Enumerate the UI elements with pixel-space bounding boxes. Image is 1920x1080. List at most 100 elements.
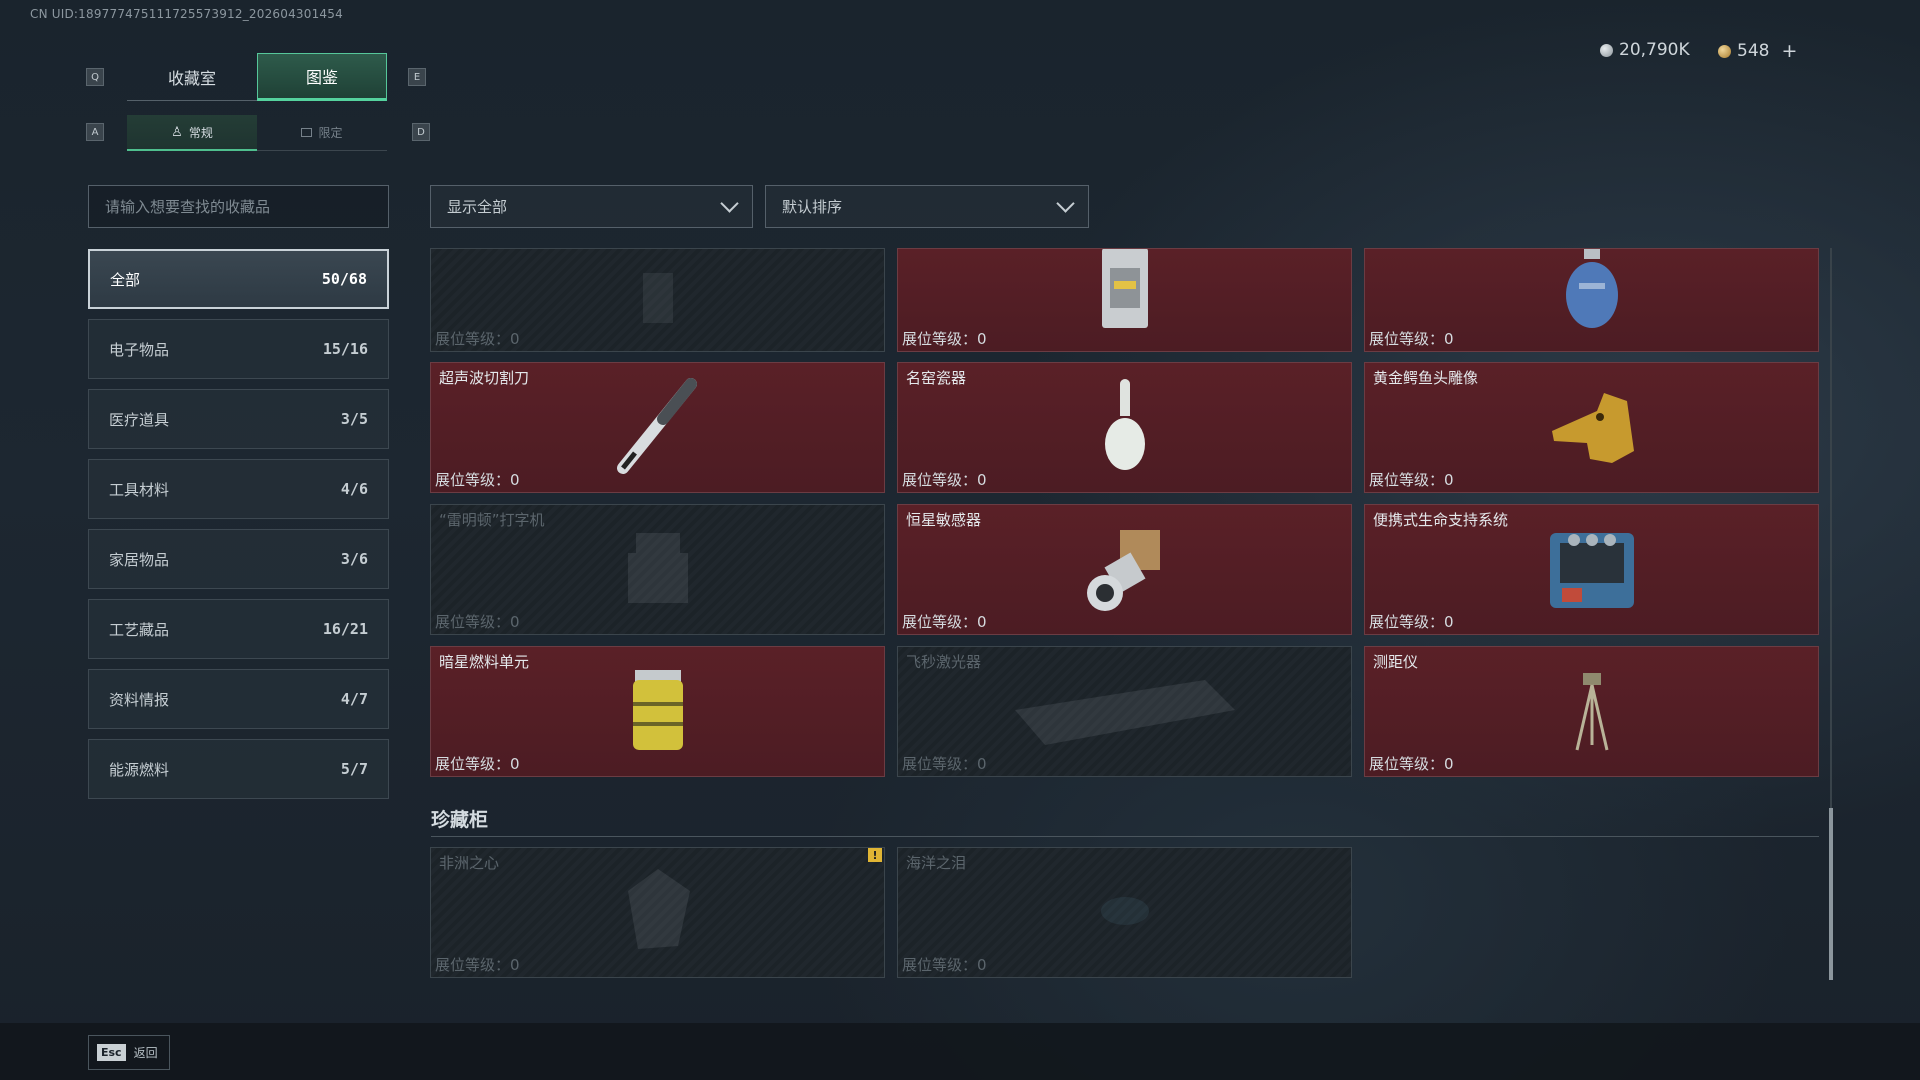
golden-crocodile-icon	[1542, 381, 1642, 475]
star-sensor-icon	[1075, 518, 1175, 622]
back-label: 返回	[133, 1046, 158, 1060]
category-all[interactable]: 全部 50/68	[88, 249, 389, 309]
category-count: 16/21	[322, 620, 368, 638]
warning-icon: !	[868, 848, 882, 862]
item-level: 展位等级：0	[1369, 613, 1454, 631]
item-card[interactable]: 飞秒激光器 展位等级：0	[897, 646, 1352, 777]
item-level: 展位等级：0	[1369, 330, 1454, 348]
lantern-icon	[1090, 249, 1160, 337]
subtab-regular[interactable]: ♙ 常规	[127, 115, 257, 151]
category-label: 工艺藏品	[109, 620, 170, 639]
token-amount: 548	[1737, 41, 1770, 61]
token-balance: 548 +	[1718, 40, 1797, 62]
category-count: 4/6	[340, 480, 368, 498]
porcelain-vase-icon	[1095, 376, 1155, 480]
category-intel[interactable]: 资料情报 4/7	[88, 669, 389, 729]
item-card[interactable]: 恒星敏感器 展位等级：0	[897, 504, 1352, 635]
item-name: “雷明顿”打字机	[439, 511, 545, 529]
back-button[interactable]: Esc 返回	[88, 1035, 170, 1070]
item-silhouette-icon	[628, 263, 688, 337]
item-level: 展位等级：0	[902, 755, 987, 773]
item-grid: 展位等级：0 展位等级：0 展位等级：0 超声波切割刀 展位等级：0 名窑瓷器 …	[430, 248, 1820, 778]
item-name: 非洲之心	[439, 854, 500, 872]
category-crafts[interactable]: 工艺藏品 16/21	[88, 599, 389, 659]
chevron-down-icon	[720, 193, 739, 213]
diamond-icon	[608, 861, 708, 965]
scrollbar-thumb[interactable]	[1829, 808, 1833, 980]
category-tools[interactable]: 工具材料 4/6	[88, 459, 389, 519]
category-label: 家居物品	[109, 550, 170, 569]
item-level: 展位等级：0	[902, 613, 987, 631]
item-card[interactable]: 展位等级：0	[897, 248, 1352, 352]
item-level: 展位等级：0	[1369, 471, 1454, 489]
category-label: 医疗道具	[109, 410, 170, 429]
esc-key-hint: Esc	[97, 1044, 126, 1061]
sort-dropdown[interactable]: 默认排序	[765, 185, 1089, 228]
item-level: 展位等级：0	[1369, 755, 1454, 773]
category-label: 资料情报	[109, 690, 170, 709]
item-name: 超声波切割刀	[439, 369, 530, 387]
item-card[interactable]: 展位等级：0	[430, 248, 885, 352]
key-hint-d: D	[412, 123, 430, 141]
item-card[interactable]: 测距仪 展位等级：0	[1364, 646, 1819, 777]
category-count: 3/5	[340, 410, 368, 428]
item-name: 恒星敏感器	[906, 511, 982, 529]
item-name: 黄金鳄鱼头雕像	[1373, 369, 1479, 387]
item-card[interactable]: 超声波切割刀 展位等级：0	[430, 362, 885, 493]
item-card[interactable]: 黄金鳄鱼头雕像 展位等级：0	[1364, 362, 1819, 493]
category-count: 3/6	[340, 550, 368, 568]
item-name: 飞秒激光器	[906, 653, 982, 671]
item-card[interactable]: 暗星燃料单元 展位等级：0	[430, 646, 885, 777]
show-filter-dropdown[interactable]: 显示全部	[430, 185, 753, 228]
femtosecond-laser-icon	[1005, 670, 1245, 754]
subtab-limited[interactable]: 限定	[257, 115, 387, 151]
coin-balance: 20,790K	[1600, 40, 1690, 60]
item-name: 暗星燃料单元	[439, 653, 530, 671]
key-hint-a: A	[86, 123, 104, 141]
key-hint-q: Q	[86, 68, 104, 86]
uid-label: CN UID:189777475111725573912_20260430145…	[30, 7, 343, 21]
category-count: 5/7	[340, 760, 368, 778]
category-label: 电子物品	[109, 340, 170, 359]
category-energy[interactable]: 能源燃料 5/7	[88, 739, 389, 799]
ultrasonic-cutter-icon	[613, 376, 703, 480]
tab-catalog[interactable]: 图鉴	[257, 53, 387, 101]
chevron-down-icon	[1056, 193, 1075, 213]
category-count: 4/7	[340, 690, 368, 708]
life-support-system-icon	[1542, 518, 1642, 622]
image-icon	[301, 128, 313, 137]
coin-icon	[1600, 43, 1613, 57]
category-count: 15/16	[322, 340, 368, 358]
item-name: 海洋之泪	[906, 854, 967, 872]
category-electronics[interactable]: 电子物品 15/16	[88, 319, 389, 379]
item-card[interactable]: 便携式生命支持系统 展位等级：0	[1364, 504, 1819, 635]
category-medical[interactable]: 医疗道具 3/5	[88, 389, 389, 449]
category-label: 能源燃料	[109, 760, 170, 779]
coin-amount: 20,790K	[1619, 40, 1690, 60]
cabinet-item-card[interactable]: 海洋之泪 展位等级：0	[897, 847, 1352, 978]
category-household[interactable]: 家居物品 3/6	[88, 529, 389, 589]
category-count: 50/68	[321, 270, 367, 288]
item-level: 展位等级：0	[435, 330, 520, 348]
typewriter-icon	[618, 523, 698, 617]
category-label: 全部	[110, 270, 141, 289]
item-card[interactable]: 名窑瓷器 展位等级：0	[897, 362, 1352, 493]
key-hint-e: E	[408, 68, 426, 86]
show-filter-value: 显示全部	[447, 198, 508, 216]
item-level: 展位等级：0	[902, 471, 987, 489]
footer-bar	[0, 1023, 1920, 1080]
item-name: 名窑瓷器	[906, 369, 967, 387]
cabinet-item-card[interactable]: 非洲之心 ! 展位等级：0	[430, 847, 885, 978]
sort-value: 默认排序	[782, 198, 843, 216]
subtab-regular-label: 常规	[188, 125, 213, 140]
add-token-button[interactable]: +	[1781, 40, 1797, 62]
item-level: 展位等级：0	[435, 956, 520, 974]
tab-collection-room[interactable]: 收藏室	[127, 53, 257, 101]
item-card[interactable]: 展位等级：0	[1364, 248, 1819, 352]
search-input[interactable]: 请输入想要查找的收藏品	[88, 185, 389, 228]
item-card[interactable]: “雷明顿”打字机 展位等级：0	[430, 504, 885, 635]
item-level: 展位等级：0	[435, 613, 520, 631]
rangefinder-tripod-icon	[1567, 665, 1617, 759]
cabinet-title: 珍藏柜	[431, 809, 489, 831]
item-level: 展位等级：0	[435, 471, 520, 489]
